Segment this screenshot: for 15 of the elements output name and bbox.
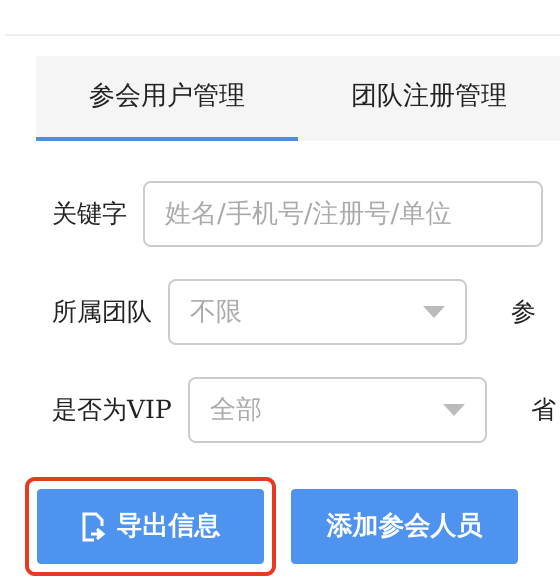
caret-icon [423, 306, 445, 318]
field-label: 所属团队 [52, 296, 152, 328]
export-button[interactable]: 导出信息 [37, 489, 264, 564]
tab[interactable]: 团队注册管理 [298, 56, 560, 141]
field-label: 参 [511, 296, 536, 328]
caret-icon [442, 404, 465, 416]
export-icon [80, 512, 106, 542]
dropdown[interactable]: 全部 [188, 377, 487, 443]
add-button[interactable]: 添加参会人员 [291, 489, 518, 564]
field-label: 省 [530, 394, 556, 426]
field-label: 是否为VIP [52, 394, 172, 426]
field-label: 关键字 [52, 198, 127, 230]
tab[interactable]: 参会用户管理 [36, 56, 298, 141]
search-field[interactable]: 姓名/手机号/注册号/单位 [143, 181, 543, 247]
dropdown[interactable]: 不限 [168, 279, 467, 345]
